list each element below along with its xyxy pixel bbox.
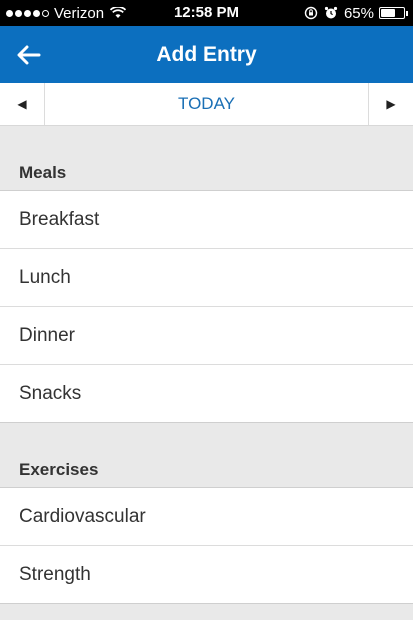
signal-strength-icon bbox=[6, 9, 49, 17]
date-label[interactable]: TODAY bbox=[45, 83, 368, 125]
rotation-lock-icon bbox=[304, 6, 318, 20]
list-item-dinner[interactable]: Dinner bbox=[0, 307, 413, 365]
list-item-lunch[interactable]: Lunch bbox=[0, 249, 413, 307]
carrier-name: Verizon bbox=[54, 4, 105, 22]
section-spacer bbox=[0, 423, 413, 453]
list-item-strength[interactable]: Strength bbox=[0, 546, 413, 604]
battery-icon bbox=[379, 7, 408, 19]
wifi-icon bbox=[110, 7, 127, 18]
section-header-meals: Meals bbox=[0, 156, 413, 191]
section-header-exercises: Exercises bbox=[0, 453, 413, 488]
triangle-left-icon: ◀ bbox=[17, 97, 27, 111]
triangle-right-icon: ▶ bbox=[386, 97, 396, 111]
battery-percent: 65% bbox=[343, 4, 374, 22]
list-item-cardiovascular[interactable]: Cardiovascular bbox=[0, 488, 413, 546]
date-navigator: ◀ TODAY ▶ bbox=[0, 83, 413, 126]
meals-list: Breakfast Lunch Dinner Snacks bbox=[0, 191, 413, 423]
back-arrow-icon bbox=[17, 45, 41, 64]
app-header: Add Entry bbox=[0, 26, 413, 83]
section-spacer bbox=[0, 126, 413, 156]
status-bar: Verizon 12:58 PM 65% bbox=[0, 0, 413, 26]
next-day-button[interactable]: ▶ bbox=[368, 83, 413, 125]
back-button[interactable] bbox=[0, 26, 58, 83]
exercises-list: Cardiovascular Strength bbox=[0, 488, 413, 604]
list-item-snacks[interactable]: Snacks bbox=[0, 365, 413, 423]
alarm-clock-icon bbox=[324, 6, 338, 19]
previous-day-button[interactable]: ◀ bbox=[0, 83, 45, 125]
page-title: Add Entry bbox=[156, 42, 257, 66]
list-item-breakfast[interactable]: Breakfast bbox=[0, 191, 413, 249]
